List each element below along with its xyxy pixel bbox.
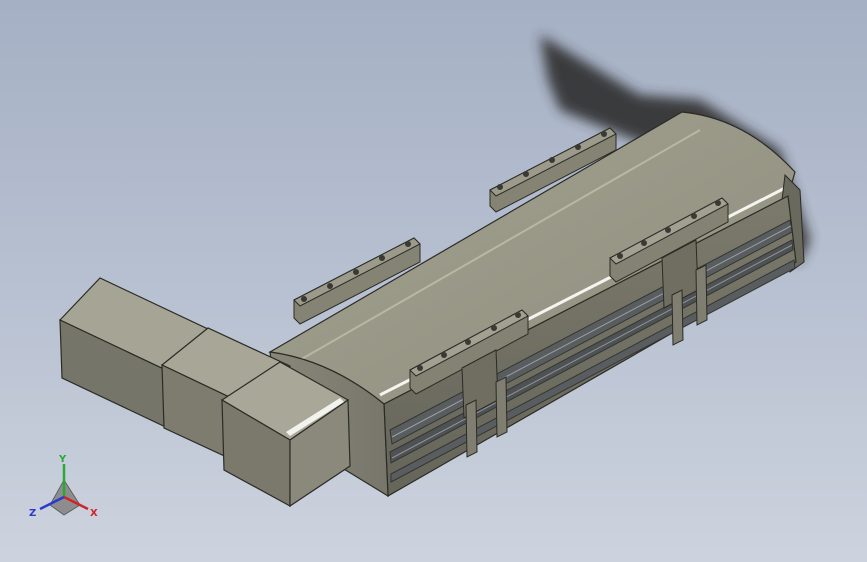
triad-z-label: Z: [29, 508, 36, 519]
linear-actuator-model[interactable]: Y X Z: [0, 0, 867, 562]
cad-viewport[interactable]: Y X Z: [0, 0, 867, 562]
triad-x-label: X: [90, 508, 98, 519]
orientation-triad[interactable]: Y X Z: [29, 454, 98, 519]
triad-y-label: Y: [58, 454, 67, 465]
